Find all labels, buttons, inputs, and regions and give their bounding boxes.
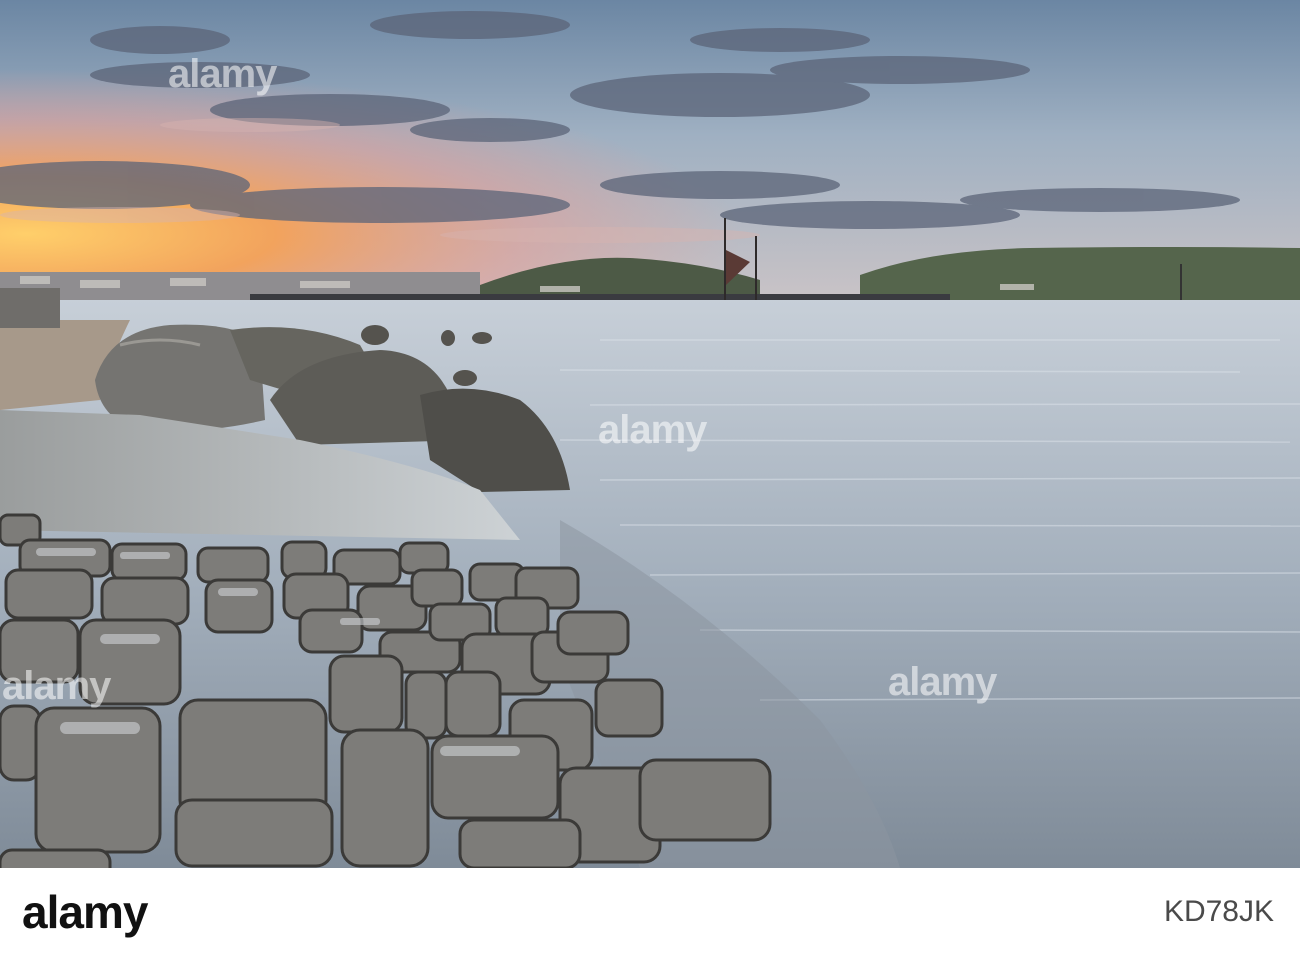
footer-bar: alamy KD78JK	[0, 868, 1300, 956]
image-id: KD78JK	[1163, 895, 1274, 928]
seascape-photo: alamy alamy alamy alamy	[0, 0, 1300, 868]
pier-deck	[250, 294, 950, 300]
alamy-logo: alamy	[22, 886, 148, 938]
logo-wordmark: alamy	[22, 886, 148, 938]
